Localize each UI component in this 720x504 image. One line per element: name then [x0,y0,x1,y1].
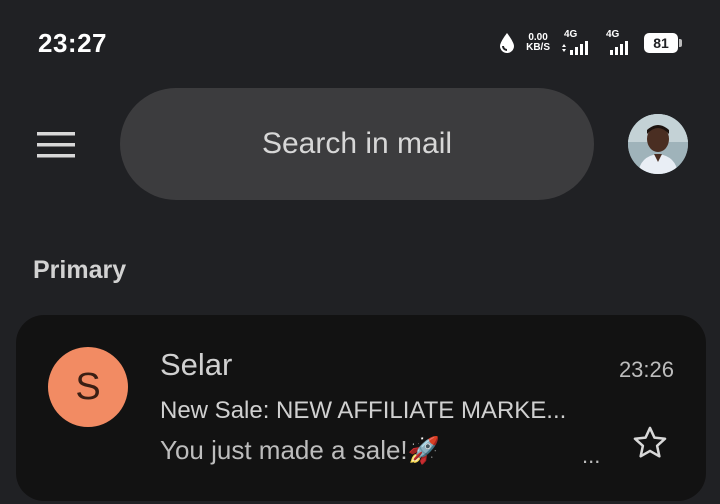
signal-icon-2: 4G [602,29,634,55]
email-time: 23:26 [618,357,674,382]
email-snippet-text: You just made a sale! [160,435,408,465]
star-button[interactable] [630,423,670,463]
sender-avatar[interactable]: S [48,347,128,427]
status-indicators: 0.00 KB/S 4G 4G 81 [498,29,682,55]
search-placeholder: Search in mail [261,127,453,160]
signal-type-label: 4G [564,29,578,40]
email-list-item[interactable]: S Selar 23:26 New Sale: NEW AFFILIATE MA… [16,315,706,501]
network-speed-icon: 0.00 KB/S [526,33,550,53]
battery-icon: 81 [644,33,682,53]
rocket-emoji-icon: 🚀 [407,435,441,465]
status-bar: 23:27 0.00 KB/S 4G 4G 81 [0,0,720,90]
data-saver-drop-icon [498,32,516,54]
email-snippet: You just made a sale!🚀 [160,435,440,466]
battery-level: 81 [644,33,678,53]
signal-icon: 4G [560,29,592,55]
menu-button[interactable] [30,122,82,168]
section-label-primary: Primary [33,256,127,284]
search-bar[interactable]: Search in mail [120,88,594,200]
battery-tip [679,39,682,47]
star-outline-icon [633,426,667,458]
hamburger-menu-icon [37,132,75,158]
network-speed-unit: KB/S [526,42,550,53]
gmail-inbox-screen: 23:27 0.00 KB/S 4G 4G 81 Search in mail … [0,0,720,504]
status-time: 23:27 [38,28,107,58]
signal-type-label-2: 4G [606,29,620,40]
account-avatar[interactable] [628,114,688,174]
profile-photo-icon [628,114,688,174]
email-subject: New Sale: NEW AFFILIATE MARKE... [160,397,567,424]
snippet-overflow-dots: ... [582,443,601,468]
email-sender: Selar [160,347,233,382]
